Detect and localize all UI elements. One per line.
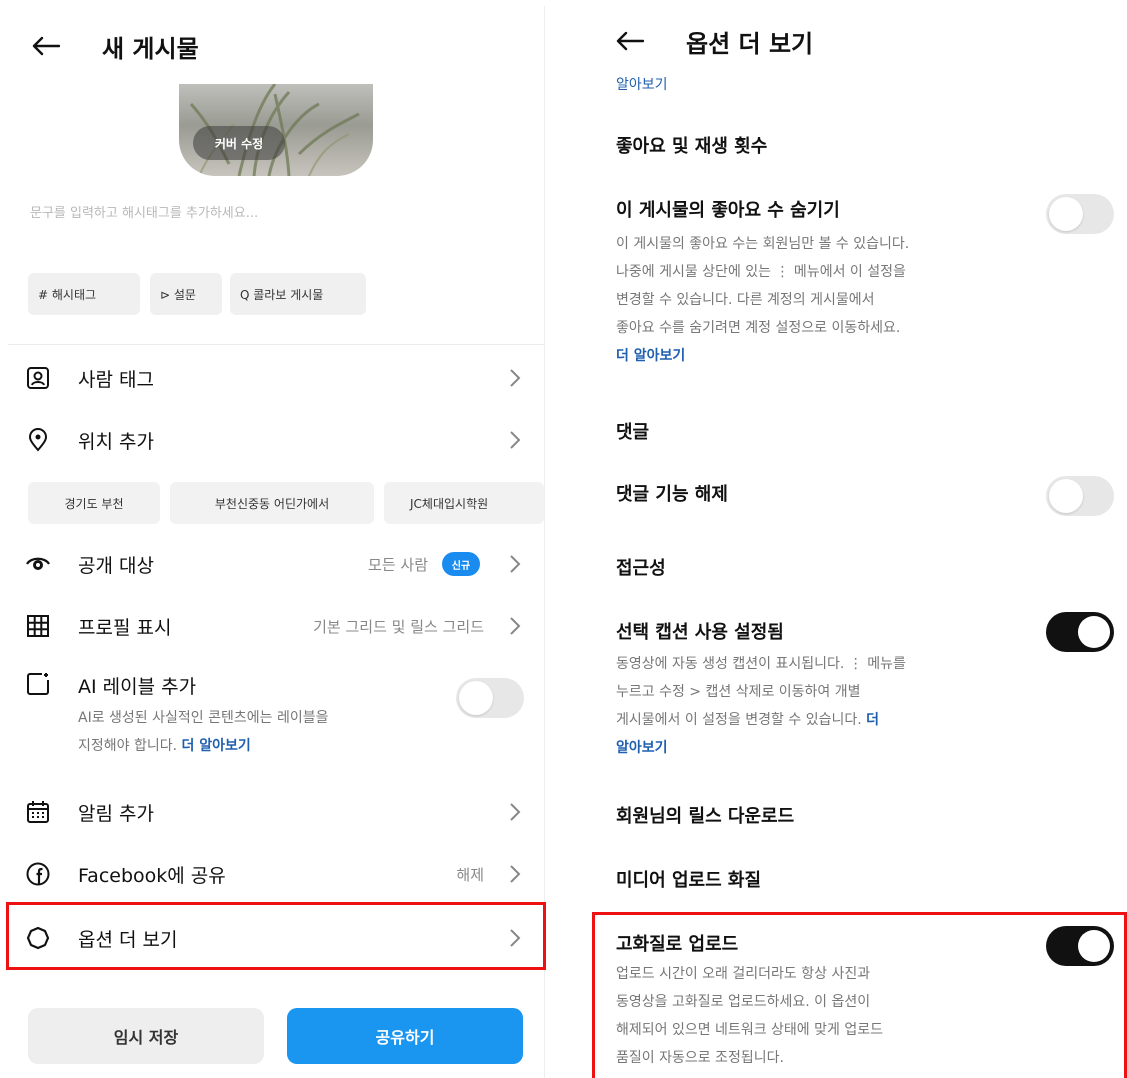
toggle-knob: [1049, 197, 1083, 231]
turn-off-comments-title: 댓글 기능 해제: [616, 484, 728, 505]
audience-label: 공개 대상: [78, 554, 154, 577]
hq-upload-toggle[interactable]: [1046, 926, 1114, 966]
ai-label-desc-line: AI로 생성된 사실적인 콘텐츠에는 레이블을: [78, 710, 329, 726]
calendar-icon: [27, 801, 49, 823]
desc-line: 동영상을 고화질로 업로드하세요. 이 옵션이: [616, 994, 871, 1010]
hashtag-chip[interactable]: # 해시태그: [28, 273, 140, 315]
ai-label-desc-line: 지정해야 합니다.: [78, 738, 182, 754]
hide-likes-description: 이 게시물의 좋아요 수는 회원님만 볼 수 있습니다. 나중에 게시물 상단에…: [616, 230, 1026, 370]
location-chip[interactable]: 경기도 부천: [28, 482, 160, 524]
add-reminder-label: 알림 추가: [78, 802, 154, 825]
ai-label-toggle[interactable]: [456, 678, 524, 718]
profile-display-row[interactable]: 프로필 표시 기본 그리드 및 릴스 그리드: [8, 598, 544, 654]
share-facebook-value: 해제: [456, 865, 484, 884]
hq-upload-description: 업로드 시간이 오래 걸리더라도 항상 사진과 동영상을 고화질로 업로드하세요…: [616, 960, 1026, 1072]
add-reminder-row[interactable]: 알림 추가: [8, 784, 544, 840]
caption-input[interactable]: 문구를 입력하고 해시태그를 추가하세요...: [30, 202, 258, 221]
ai-label-description: AI로 생성된 사실적인 콘텐츠에는 레이블을 지정해야 합니다. 더 알아보기: [78, 704, 438, 760]
audience-row[interactable]: 공개 대상 모든 사람 신규: [8, 536, 544, 592]
location-chip[interactable]: 부천신중동 어딘가에서: [170, 482, 374, 524]
add-location-row[interactable]: 위치 추가: [8, 412, 544, 468]
captions-description: 동영상에 자동 생성 캡션이 표시됩니다. ⋮ 메뉴를 누르고 수정 > 캡션 …: [616, 650, 1026, 762]
desc-line: 해제되어 있으면 네트워크 상태에 맞게 업로드: [616, 1022, 883, 1038]
top-bar: 새 게시물: [8, 6, 544, 86]
back-button[interactable]: [26, 26, 66, 66]
learn-more-link[interactable]: 알아보기: [616, 740, 668, 756]
divider: [8, 344, 544, 345]
back-arrow-icon: [616, 31, 644, 51]
share-facebook-row[interactable]: Facebook에 공유 해제: [8, 846, 544, 902]
profile-display-label: 프로필 표시: [78, 616, 172, 639]
share-facebook-label: Facebook에 공유: [78, 864, 226, 887]
desc-line: 업로드 시간이 오래 걸리더라도 항상 사진과: [616, 966, 871, 982]
more-options-label: 옵션 더 보기: [78, 928, 178, 951]
captions-title: 선택 캡션 사용 설정됨: [616, 622, 784, 643]
hide-likes-title: 이 게시물의 좋아요 수 숨기기: [616, 200, 840, 221]
ai-label-row: AI 레이블 추가 AI로 생성된 사실적인 콘텐츠에는 레이블을 지정해야 합…: [8, 666, 544, 776]
chevron-right-icon: [510, 865, 521, 883]
chevron-right-icon: [510, 431, 521, 449]
grid-icon: [27, 615, 49, 637]
add-location-label: 위치 추가: [78, 430, 154, 453]
desc-line: 좋아요 수를 숨기려면 계정 설정으로 이동하세요.: [616, 320, 901, 336]
more-options-row[interactable]: 옵션 더 보기: [8, 910, 544, 966]
facebook-icon: [26, 862, 50, 886]
likes-views-section-title: 좋아요 및 재생 횟수: [616, 136, 768, 157]
poll-chip[interactable]: ⊳ 설문: [150, 273, 222, 315]
back-button[interactable]: [610, 21, 650, 61]
back-arrow-icon: [32, 36, 60, 56]
learn-more-link[interactable]: 알아보기: [616, 74, 668, 94]
media-quality-section-title: 미디어 업로드 화질: [616, 870, 762, 891]
profile-display-value: 기본 그리드 및 릴스 그리드: [313, 617, 484, 636]
chevron-right-icon: [510, 555, 521, 573]
download-reels-title[interactable]: 회원님의 릴스 다운로드: [616, 802, 794, 828]
toggle-knob: [459, 681, 493, 715]
tag-people-label: 사람 태그: [78, 368, 154, 391]
new-badge: 신규: [442, 552, 480, 576]
desc-line: 나중에 게시물 상단에 있는 ⋮ 메뉴에서 이 설정을: [616, 264, 906, 280]
toggle-knob: [1078, 616, 1110, 648]
location-chip[interactable]: JC체대입시학원: [384, 482, 544, 524]
learn-more-link[interactable]: 더 알아보기: [182, 738, 251, 754]
hq-upload-title: 고화질로 업로드: [616, 934, 739, 955]
ai-label-title: AI 레이블 추가: [78, 676, 197, 698]
audience-value: 모든 사람: [368, 555, 428, 574]
eye-icon: [26, 557, 50, 570]
accessibility-section-title: 접근성: [616, 558, 666, 579]
toggle-knob: [1078, 930, 1110, 962]
desc-line: 변경할 수 있습니다. 다른 계정의 게시물에서: [616, 292, 875, 308]
page-title: 옵션 더 보기: [686, 29, 814, 58]
location-pin-icon: [28, 428, 48, 452]
learn-more-link[interactable]: 더 알아보기: [616, 348, 685, 364]
comments-section-title: 댓글: [616, 422, 650, 443]
page-title: 새 게시물: [102, 34, 199, 63]
desc-line: 품질이 자동으로 조정됩니다.: [616, 1050, 784, 1066]
tag-person-icon: [27, 367, 49, 389]
hide-likes-toggle[interactable]: [1046, 194, 1114, 234]
captions-toggle[interactable]: [1046, 612, 1114, 652]
chevron-right-icon: [510, 617, 521, 635]
chevron-right-icon: [510, 929, 521, 947]
chevron-right-icon: [510, 369, 521, 387]
desc-line: 이 게시물의 좋아요 수는 회원님만 볼 수 있습니다.: [616, 236, 910, 252]
cover-preview[interactable]: 커버 수정: [179, 84, 373, 176]
toggle-knob: [1049, 479, 1083, 513]
desc-line: 누르고 수정 > 캡션 삭제로 이동하여 개별: [616, 684, 861, 700]
collab-chip[interactable]: Q 콜라보 게시물: [230, 273, 366, 315]
share-button[interactable]: 공유하기: [287, 1008, 523, 1064]
desc-line: 게시물에서 이 설정을 변경할 수 있습니다.: [616, 712, 867, 728]
chevron-right-icon: [510, 803, 521, 821]
new-post-screen: 새 게시물 커버 수정 문구를 입력하고 해시태그를 추가하세요... # 해시…: [8, 6, 545, 1078]
settings-gear-icon: [26, 926, 50, 950]
turn-off-comments-toggle[interactable]: [1046, 476, 1114, 516]
more-options-screen: 옵션 더 보기 알아보기 좋아요 및 재생 횟수 이 게시물의 좋아요 수 숨기…: [594, 6, 1127, 1078]
save-draft-button[interactable]: 임시 저장: [28, 1008, 264, 1064]
desc-line: 동영상에 자동 생성 캡션이 표시됩니다. ⋮ 메뉴를: [616, 656, 906, 672]
ai-label-icon: [27, 673, 49, 695]
tag-people-row[interactable]: 사람 태그: [8, 350, 544, 406]
learn-more-link[interactable]: 더: [866, 712, 879, 728]
top-bar: 옵션 더 보기: [594, 6, 1127, 76]
edit-cover-button[interactable]: 커버 수정: [193, 126, 285, 160]
